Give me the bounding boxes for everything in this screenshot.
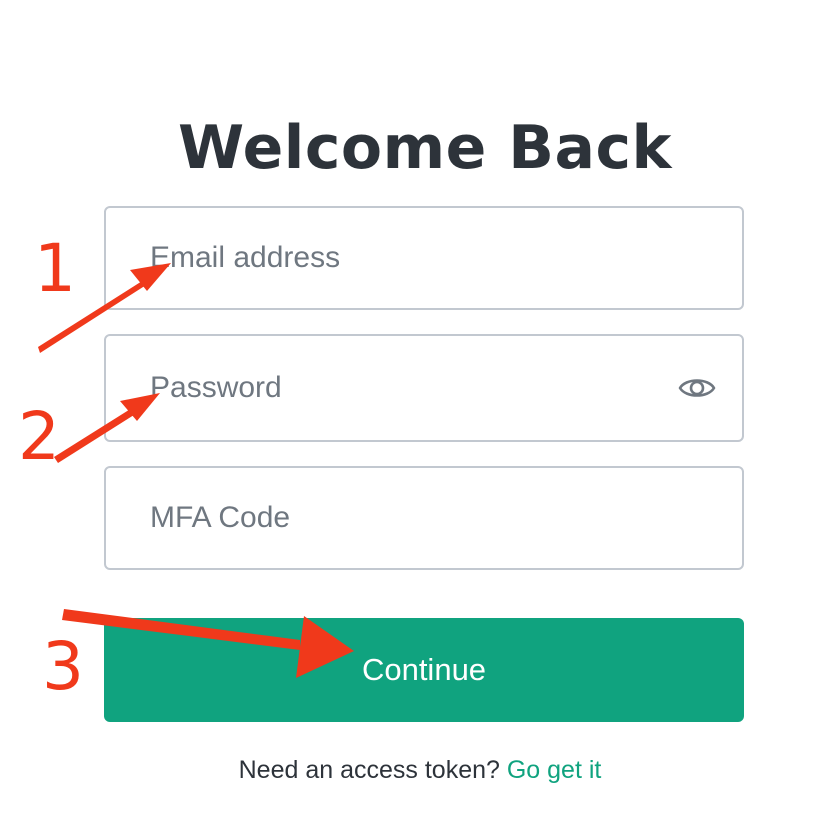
go-get-it-link[interactable]: Go get it <box>507 756 602 784</box>
mfa-field-container <box>104 466 744 570</box>
access-token-footer: Need an access token? Go get it <box>0 756 840 785</box>
password-field[interactable] <box>106 336 742 440</box>
eye-icon[interactable] <box>678 373 716 403</box>
continue-button[interactable]: Continue <box>104 618 744 722</box>
password-field-container <box>104 334 744 442</box>
step-label-3: 3 <box>42 628 84 705</box>
access-token-prompt: Need an access token? <box>238 756 500 784</box>
email-field-container <box>104 206 744 310</box>
step-label-2: 2 <box>18 398 60 475</box>
mfa-code-field[interactable] <box>106 468 742 568</box>
step-label-1: 1 <box>34 230 76 307</box>
page-title: Welcome Back <box>178 113 672 184</box>
email-field[interactable] <box>106 208 742 308</box>
